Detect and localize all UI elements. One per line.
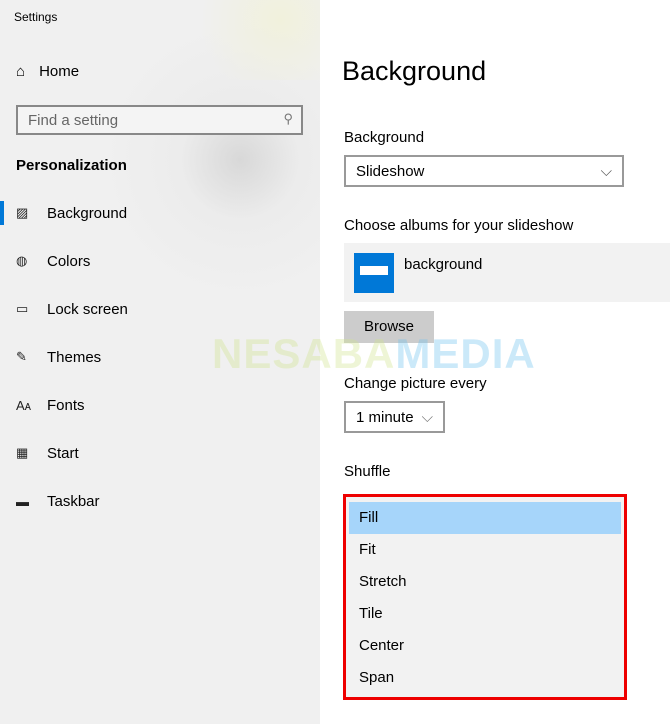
search-placeholder: Find a setting: [28, 112, 119, 129]
start-icon: ▦: [16, 445, 29, 460]
option-stretch[interactable]: Stretch: [349, 566, 621, 598]
sidebar-item-label: Lock screen: [47, 300, 128, 318]
album-item[interactable]: background: [344, 243, 670, 302]
background-value: Slideshow: [356, 162, 425, 180]
sidebar-item-taskbar[interactable]: ▬ Taskbar: [0, 481, 320, 521]
albums-label: Choose albums for your slideshow: [344, 217, 574, 234]
shuffle-label: Shuffle: [344, 463, 391, 480]
sidebar-item-label: Start: [47, 444, 79, 462]
option-fit[interactable]: Fit: [349, 534, 621, 566]
option-tile[interactable]: Tile: [349, 598, 621, 630]
chevron-down-icon: ⌵: [421, 408, 433, 426]
sidebar-item-label: Background: [47, 204, 128, 222]
fit-dropdown-list[interactable]: Fill Fit Stretch Tile Center Span: [343, 494, 627, 700]
picture-icon: ▨: [16, 205, 29, 220]
album-name: background: [404, 256, 483, 273]
background-select[interactable]: Slideshow ⌵: [344, 155, 624, 187]
sidebar-item-lock-screen[interactable]: ▭ Lock screen: [0, 289, 320, 329]
sidebar-item-label: Themes: [47, 348, 102, 366]
sidebar-item-start[interactable]: ▦ Start: [0, 433, 320, 473]
background-label: Background: [344, 129, 425, 146]
home-label: Home: [39, 63, 80, 80]
interval-value: 1 minute: [356, 408, 414, 426]
themes-icon: ✎: [16, 349, 27, 364]
search-icon: ⚲: [283, 111, 293, 126]
page-title: Background: [342, 56, 487, 86]
fonts-icon: Aᴀ: [16, 397, 32, 413]
sidebar-item-label: Taskbar: [47, 492, 100, 510]
option-span[interactable]: Span: [349, 662, 621, 694]
option-center[interactable]: Center: [349, 630, 621, 662]
sidebar-item-label: Fonts: [47, 396, 85, 414]
watermark: NESABAMEDIA: [212, 330, 536, 377]
sidebar-item-label: Colors: [47, 252, 91, 270]
window-title: Settings: [14, 10, 58, 24]
change-interval-select[interactable]: 1 minute ⌵: [344, 401, 445, 433]
taskbar-icon: ▬: [16, 493, 29, 509]
section-heading: Personalization: [16, 157, 127, 174]
option-fill[interactable]: Fill: [349, 502, 621, 534]
sidebar-item-background[interactable]: ▨ Background: [0, 193, 320, 233]
sidebar-item-colors[interactable]: ◍ Colors: [0, 241, 320, 281]
lock-screen-icon: ▭: [16, 301, 29, 316]
home-link[interactable]: ⌂ Home: [16, 63, 79, 80]
folder-icon: [354, 253, 394, 293]
palette-icon: ◍: [16, 253, 28, 268]
chevron-down-icon: ⌵: [600, 162, 612, 180]
sidebar-item-fonts[interactable]: Aᴀ Fonts: [0, 385, 320, 425]
search-input[interactable]: Find a setting ⚲: [16, 105, 303, 135]
home-icon: ⌂: [16, 63, 26, 80]
